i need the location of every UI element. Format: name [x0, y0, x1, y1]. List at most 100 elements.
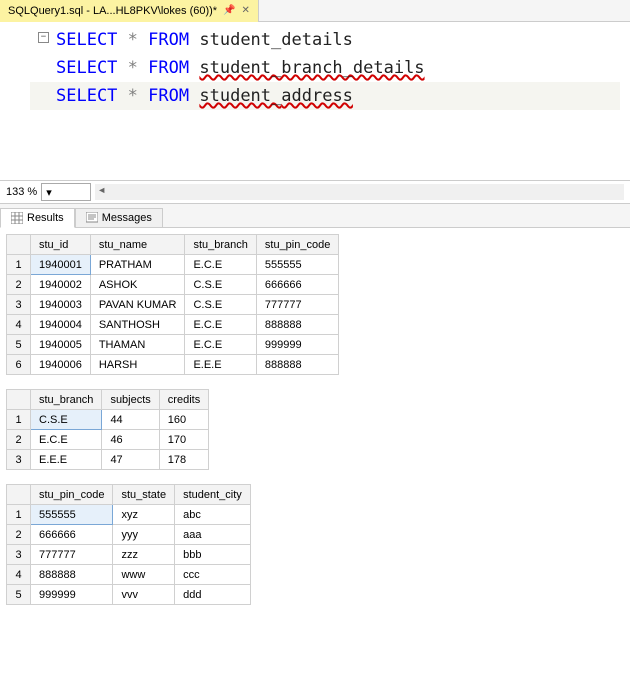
- grid-cell[interactable]: www: [113, 565, 175, 585]
- grid-cell[interactable]: 1940004: [31, 315, 91, 335]
- grid-cell[interactable]: ccc: [175, 565, 251, 585]
- grid-cell[interactable]: vvv: [113, 585, 175, 605]
- horizontal-scrollbar[interactable]: [95, 184, 624, 200]
- row-number[interactable]: 2: [7, 430, 31, 450]
- grid-cell[interactable]: 555555: [31, 505, 113, 525]
- tab-messages-label: Messages: [102, 212, 152, 224]
- grid-cell[interactable]: C.S.E: [185, 275, 256, 295]
- column-header[interactable]: stu_name: [90, 235, 185, 255]
- table-row[interactable]: 2E.C.E46170: [7, 430, 209, 450]
- table-row[interactable]: 21940002ASHOKC.S.E666666: [7, 275, 339, 295]
- grid-cell[interactable]: 1940003: [31, 295, 91, 315]
- grid-cell[interactable]: 178: [159, 450, 208, 470]
- grid-cell[interactable]: xyz: [113, 505, 175, 525]
- result-grid-2[interactable]: stu_branchsubjectscredits1C.S.E441602E.C…: [6, 389, 209, 470]
- table-row[interactable]: 3777777zzzbbb: [7, 545, 251, 565]
- table-row[interactable]: 1C.S.E44160: [7, 410, 209, 430]
- result-grid-3[interactable]: stu_pin_codestu_statestudent_city1555555…: [6, 484, 251, 605]
- column-header[interactable]: stu_pin_code: [256, 235, 338, 255]
- grid-cell[interactable]: zzz: [113, 545, 175, 565]
- table-row[interactable]: 3E.E.E47178: [7, 450, 209, 470]
- row-number[interactable]: 1: [7, 255, 31, 275]
- grid-cell[interactable]: HARSH: [90, 355, 185, 375]
- grid-cell[interactable]: PRATHAM: [90, 255, 185, 275]
- grid-cell[interactable]: 999999: [256, 335, 338, 355]
- sql-editor[interactable]: − SELECT * FROM student_details SELECT *…: [0, 22, 630, 180]
- table-row[interactable]: 61940006HARSHE.E.E888888: [7, 355, 339, 375]
- outline-collapse-icon[interactable]: −: [38, 32, 49, 43]
- grid-cell[interactable]: ddd: [175, 585, 251, 605]
- grid-cell[interactable]: 999999: [31, 585, 113, 605]
- grid-cell[interactable]: 1940002: [31, 275, 91, 295]
- grid-cell[interactable]: 666666: [256, 275, 338, 295]
- grid-cell[interactable]: E.C.E: [185, 315, 256, 335]
- grid-cell[interactable]: PAVAN KUMAR: [90, 295, 185, 315]
- table-row[interactable]: 41940004SANTHOSHE.C.E888888: [7, 315, 339, 335]
- column-header[interactable]: subjects: [102, 390, 159, 410]
- grid-cell[interactable]: 888888: [31, 565, 113, 585]
- table-row[interactable]: 4888888wwwccc: [7, 565, 251, 585]
- row-number[interactable]: 3: [7, 450, 31, 470]
- grid-cell[interactable]: E.E.E: [31, 450, 102, 470]
- table-row[interactable]: 11940001PRATHAME.C.E555555: [7, 255, 339, 275]
- grid-cell[interactable]: 170: [159, 430, 208, 450]
- grid-cell[interactable]: 47: [102, 450, 159, 470]
- grid-cell[interactable]: THAMAN: [90, 335, 185, 355]
- grid-cell[interactable]: C.S.E: [185, 295, 256, 315]
- table-row[interactable]: 31940003PAVAN KUMARC.S.E777777: [7, 295, 339, 315]
- grid-cell[interactable]: 666666: [31, 525, 113, 545]
- column-header[interactable]: stu_id: [31, 235, 91, 255]
- row-number[interactable]: 5: [7, 335, 31, 355]
- grid-cell[interactable]: ASHOK: [90, 275, 185, 295]
- row-number[interactable]: 5: [7, 585, 31, 605]
- table-row[interactable]: 51940005THAMANE.C.E999999: [7, 335, 339, 355]
- grid-cell[interactable]: aaa: [175, 525, 251, 545]
- grid-cell[interactable]: 888888: [256, 315, 338, 335]
- pin-icon[interactable]: 📌: [223, 5, 235, 16]
- close-icon[interactable]: ✕: [242, 5, 250, 16]
- file-tab[interactable]: SQLQuery1.sql - LA...HL8PKV\lokes (60))*…: [0, 0, 259, 22]
- table-header-row: stu_idstu_namestu_branchstu_pin_code: [7, 235, 339, 255]
- grid-cell[interactable]: bbb: [175, 545, 251, 565]
- column-header[interactable]: student_city: [175, 485, 251, 505]
- grid-cell[interactable]: 1940005: [31, 335, 91, 355]
- grid-cell[interactable]: 777777: [31, 545, 113, 565]
- row-number[interactable]: 4: [7, 565, 31, 585]
- table-row[interactable]: 2666666yyyaaa: [7, 525, 251, 545]
- grid-cell[interactable]: 46: [102, 430, 159, 450]
- row-number[interactable]: 6: [7, 355, 31, 375]
- tab-messages[interactable]: Messages: [75, 208, 163, 228]
- grid-cell[interactable]: 888888: [256, 355, 338, 375]
- row-number[interactable]: 3: [7, 295, 31, 315]
- grid-cell[interactable]: 1940001: [31, 255, 91, 275]
- grid-cell[interactable]: 1940006: [31, 355, 91, 375]
- row-number[interactable]: 1: [7, 505, 31, 525]
- grid-cell[interactable]: E.E.E: [185, 355, 256, 375]
- row-number[interactable]: 2: [7, 275, 31, 295]
- row-number[interactable]: 2: [7, 525, 31, 545]
- column-header[interactable]: stu_branch: [185, 235, 256, 255]
- grid-cell[interactable]: 44: [102, 410, 159, 430]
- row-number[interactable]: 4: [7, 315, 31, 335]
- zoom-dropdown[interactable]: ▾: [41, 183, 91, 201]
- result-grid-1[interactable]: stu_idstu_namestu_branchstu_pin_code1194…: [6, 234, 339, 375]
- grid-cell[interactable]: E.C.E: [185, 335, 256, 355]
- table-row[interactable]: 1555555xyzabc: [7, 505, 251, 525]
- grid-cell[interactable]: E.C.E: [185, 255, 256, 275]
- row-number[interactable]: 3: [7, 545, 31, 565]
- column-header[interactable]: stu_state: [113, 485, 175, 505]
- grid-cell[interactable]: 777777: [256, 295, 338, 315]
- grid-cell[interactable]: abc: [175, 505, 251, 525]
- column-header[interactable]: credits: [159, 390, 208, 410]
- grid-cell[interactable]: yyy: [113, 525, 175, 545]
- grid-cell[interactable]: SANTHOSH: [90, 315, 185, 335]
- table-row[interactable]: 5999999vvvddd: [7, 585, 251, 605]
- grid-cell[interactable]: 160: [159, 410, 208, 430]
- column-header[interactable]: stu_branch: [31, 390, 102, 410]
- tab-results[interactable]: Results: [0, 208, 75, 228]
- row-number[interactable]: 1: [7, 410, 31, 430]
- column-header[interactable]: stu_pin_code: [31, 485, 113, 505]
- grid-cell[interactable]: E.C.E: [31, 430, 102, 450]
- grid-cell[interactable]: C.S.E: [31, 410, 102, 430]
- grid-cell[interactable]: 555555: [256, 255, 338, 275]
